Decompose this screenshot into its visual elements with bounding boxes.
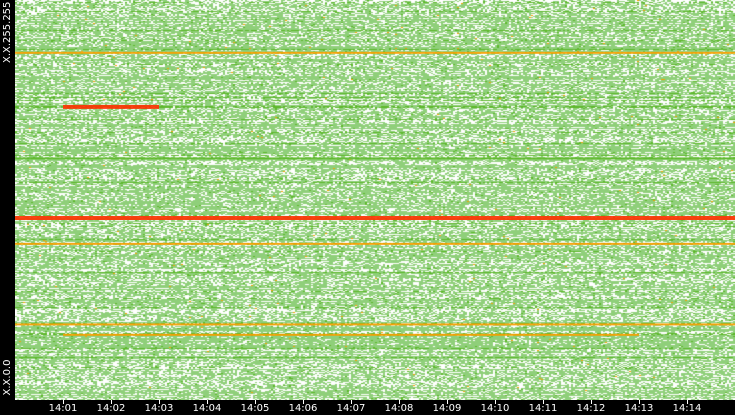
x-tick-label: 14:07: [336, 403, 366, 414]
x-tick-label: 14:04: [192, 403, 222, 414]
x-tick-label: 14:05: [240, 403, 270, 414]
x-tick-label: 14:14: [672, 403, 702, 414]
hot-row: [63, 104, 159, 109]
x-tick-label: 14:11: [528, 403, 558, 414]
x-tick-label: 14:08: [384, 403, 414, 414]
hot-row: [15, 323, 735, 326]
x-tick-label: 14:06: [288, 403, 318, 414]
x-tick-label: 14:09: [432, 403, 462, 414]
hot-row: [15, 157, 735, 160]
x-tick-label: 14:01: [48, 403, 78, 414]
y-label-top: X.X.255.255: [2, 1, 13, 63]
hot-row: [15, 51, 735, 54]
x-axis: 14:01 14:02 14:03 14:04 14:05 14:06 14:07 14:08…: [15, 400, 735, 415]
x-tick-label: 14:03: [144, 403, 174, 414]
hot-row: [15, 242, 735, 245]
x-tick-label: 14:02: [96, 403, 126, 414]
hot-row: [15, 216, 735, 221]
y-label-bottom: X.X.0.0: [2, 359, 13, 396]
y-axis: X.X.255.255 X.X.0.0: [0, 0, 15, 400]
hot-row: [63, 333, 639, 336]
x-tick-label: 14:12: [576, 403, 606, 414]
x-tick-label: 14:13: [624, 403, 654, 414]
heatmap-plot: [15, 0, 735, 400]
hot-rows: [15, 51, 735, 336]
x-tick-label: 14:10: [480, 403, 510, 414]
